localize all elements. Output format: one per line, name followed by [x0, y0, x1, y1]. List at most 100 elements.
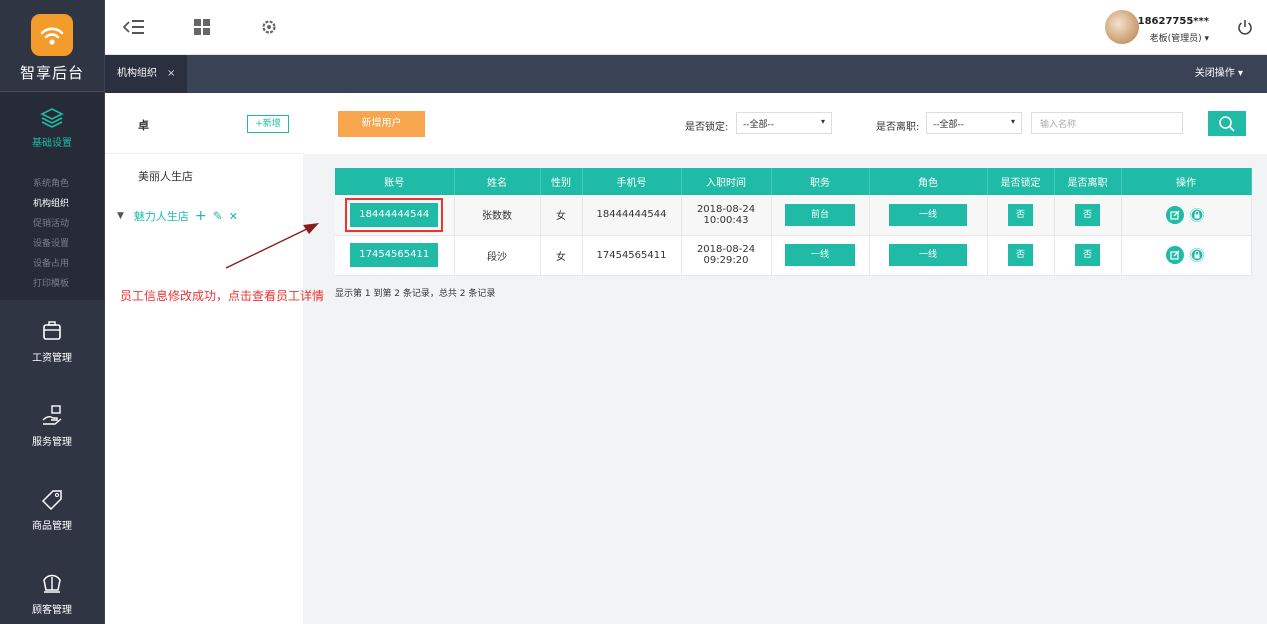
plus-icon[interactable]: + [195, 208, 207, 224]
sidebar-sub-item[interactable]: 促销活动 [0, 214, 104, 234]
position-cell: 前台 [771, 195, 870, 236]
org-panel: 卓 +新增 美丽人生店 ▼ 魅力人生店 + ✎ ✕ [105, 93, 303, 624]
search-button[interactable] [1208, 111, 1246, 136]
sale-tag-icon [0, 488, 104, 513]
sidebar-nav-item[interactable]: 服务管理 [0, 384, 104, 468]
role-badge[interactable]: 一线 [888, 203, 967, 226]
table-header-cell: 性别 [540, 168, 583, 195]
hire-date: 2018-08-24 [696, 203, 756, 215]
org-tree-item[interactable]: 美丽人生店 [138, 168, 193, 184]
account-cell: 18444444544 [335, 195, 455, 236]
sidebar-sub-item[interactable]: 设备设置 [0, 234, 104, 254]
user-role-dropdown[interactable]: 老板(管理员) ▾ [1150, 31, 1209, 44]
hire-time-cell: 2018-08-24 09:29:20 [681, 235, 772, 276]
role-cell: 一线 [869, 195, 988, 236]
gender-cell: 女 [540, 235, 583, 276]
sidebar-sub-item[interactable]: 机构组织 [0, 194, 104, 214]
table-row: 17454565411 段沙女 17454565411 2018-08-24 09:29… [335, 235, 1252, 276]
phone-cell: 18444444544 [582, 195, 682, 236]
sidebar-sub-item[interactable]: 系统角色 [0, 174, 104, 194]
sidebar-nav-label: 工资管理 [32, 353, 72, 364]
nav-basic-label: 基础设置 [32, 138, 72, 149]
main-content: 新增用户 是否锁定: --全部-- ▾ 是否离职: --全部-- ▾ 输入名称 账号… [303, 93, 1267, 624]
close-operations-label: 关闭操作 [1194, 68, 1235, 79]
left-badge[interactable]: 否 [1074, 244, 1100, 266]
position-badge[interactable]: 前台 [784, 203, 855, 226]
table-header-cell: 入职时间 [681, 168, 772, 195]
locked-badge[interactable]: 否 [1007, 203, 1033, 226]
position-badge[interactable]: 一线 [784, 244, 855, 266]
top-bar: 18627755*** 老板(管理员) ▾ [105, 0, 1267, 55]
sidebar: 智享后台 基础设置 系统角色 机构组织 促销活动 设备设置 设备占用 打印模板 工资管理服… [0, 0, 105, 624]
chevron-down-icon: ▾ [1204, 34, 1209, 44]
role-cell: 一线 [869, 235, 988, 276]
sidebar-nav-label: 顾客管理 [32, 605, 72, 616]
pencil-icon[interactable]: ✎ [213, 209, 223, 223]
role-badge[interactable]: 一线 [888, 244, 967, 266]
hire-time-cell: 2018-08-24 10:00:43 [681, 195, 772, 236]
grid-icon[interactable] [193, 18, 211, 39]
logo-text: 智享后台 [19, 64, 84, 82]
employee-table: 账号 姓名 性别 手机号 入职时间 职务 角色 是否锁定 是否离职 操作 18444444544 张… [335, 168, 1252, 276]
menu-collapse-icon[interactable] [122, 18, 145, 39]
tab-bar: 机构组织 × 关闭操作 ▾ [105, 55, 1267, 93]
wifi-logo-icon [31, 14, 73, 56]
delete-icon[interactable]: ✕ [229, 210, 238, 223]
sidebar-nav-label: 服务管理 [32, 437, 72, 448]
sidebar-nav-item[interactable]: 工资管理 [0, 300, 104, 384]
lock-filter-value: --全部-- [743, 120, 774, 130]
sub-nav: 系统角色 机构组织 促销活动 设备设置 设备占用 打印模板 [0, 172, 104, 300]
leave-filter-label: 是否离职: [876, 122, 920, 133]
search-input[interactable]: 输入名称 [1031, 112, 1183, 134]
hand-service-icon [0, 404, 104, 429]
table-header-cell: 是否锁定 [987, 168, 1055, 195]
table-header-cell: 姓名 [454, 168, 541, 195]
logo-area: 智享后台 [0, 0, 104, 92]
power-icon[interactable] [1237, 19, 1253, 38]
sidebar-nav-item[interactable]: 商品管理 [0, 468, 104, 552]
locked-badge[interactable]: 否 [1007, 244, 1033, 266]
left-cell: 否 [1054, 195, 1122, 236]
edit-icon[interactable] [1166, 205, 1184, 224]
crown-icon [0, 572, 104, 597]
filter-bar: 新增用户 是否锁定: --全部-- ▾ 是否离职: --全部-- ▾ 输入名称 [303, 93, 1267, 154]
lock-filter-label: 是否锁定: [685, 122, 729, 133]
avatar[interactable] [1105, 10, 1139, 44]
table-body: 18444444544 张数数女 18444444544 2018-08-24 10:0… [335, 195, 1252, 276]
sidebar-sub-item[interactable]: 设备占用 [0, 254, 104, 274]
org-tree-item-label: 魅力人生店 [133, 210, 189, 223]
account-button[interactable]: 17454565411 [350, 243, 439, 267]
account-button[interactable]: 18444444544 [345, 197, 444, 232]
lock-filter-select[interactable]: --全部-- ▾ [736, 112, 832, 134]
gear-icon[interactable] [260, 18, 278, 39]
close-operations-dropdown[interactable]: 关闭操作 ▾ [1195, 55, 1243, 93]
left-badge[interactable]: 否 [1074, 203, 1100, 226]
layers-icon [40, 108, 64, 128]
leave-filter-select[interactable]: --全部-- ▾ [926, 112, 1022, 134]
hire-date: 2018-08-24 [696, 244, 756, 255]
sidebar-sub-item[interactable]: 打印模板 [0, 274, 104, 294]
user-role-label: 老板(管理员) [1149, 34, 1202, 44]
table-row: 18444444544 张数数女 18444444544 2018-08-24 10:0… [335, 195, 1252, 236]
account-cell: 17454565411 [335, 235, 455, 276]
add-org-button[interactable]: +新增 [247, 115, 289, 133]
sidebar-nav-item[interactable]: 顾客管理 [0, 552, 104, 624]
left-cell: 否 [1054, 235, 1122, 276]
phone-cell: 17454565411 [582, 235, 682, 276]
org-tree-item-expanded[interactable]: ▼ 魅力人生店 + ✎ ✕ [117, 208, 238, 224]
close-icon[interactable]: × [167, 55, 175, 93]
add-user-button[interactable]: 新增用户 [338, 111, 425, 137]
hire-time: 10:00:43 [703, 214, 749, 226]
tab-org[interactable]: 机构组织 × [105, 55, 188, 93]
user-name[interactable]: 18627755*** [1138, 16, 1209, 27]
annotation-text: 员工信息修改成功，点击查看员工详情 [120, 289, 325, 303]
nav-basic-settings[interactable]: 基础设置 [0, 92, 104, 172]
lock-icon[interactable] [1188, 246, 1206, 264]
lock-icon[interactable] [1188, 205, 1206, 224]
table-header-cell: 操作 [1121, 168, 1252, 195]
edit-icon[interactable] [1166, 246, 1184, 264]
gender-cell: 女 [540, 195, 583, 236]
org-title: 卓 [138, 119, 149, 132]
caret-down-icon[interactable]: ▼ [117, 211, 124, 221]
org-header: 卓 +新增 [105, 93, 303, 154]
